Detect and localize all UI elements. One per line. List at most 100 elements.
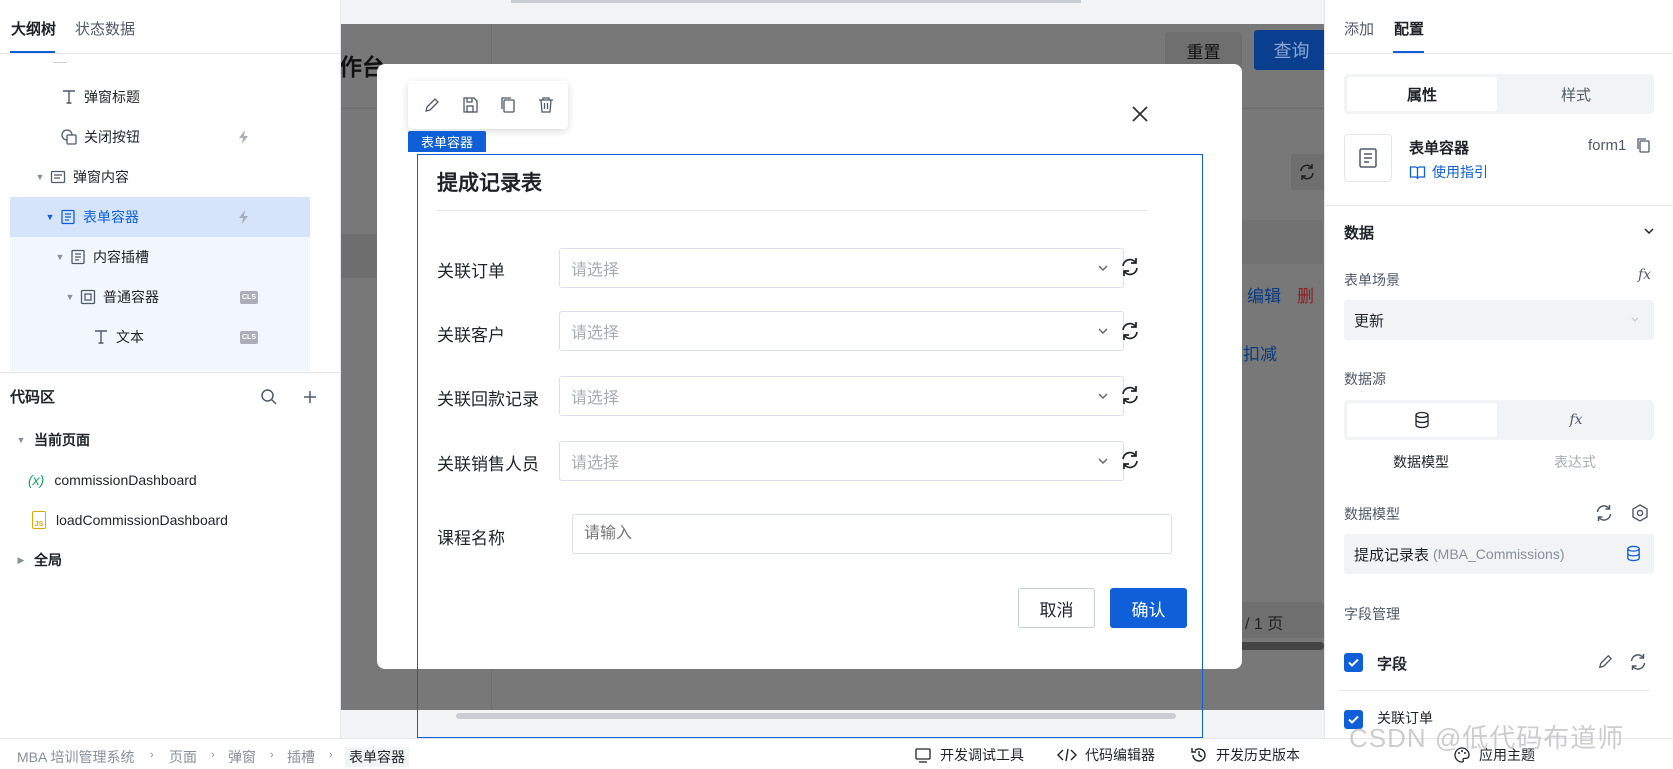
copy-icon[interactable] — [499, 96, 517, 114]
event-bolt-icon[interactable] — [236, 129, 252, 145]
code-group-global[interactable]: ▶ 全局 — [16, 542, 62, 578]
salesperson-select[interactable]: 请选择 — [559, 441, 1124, 481]
search-icon[interactable] — [260, 388, 278, 406]
caret-down-icon[interactable]: ▼ — [55, 252, 65, 262]
book-icon — [1409, 164, 1426, 181]
form-scene-select[interactable]: 更新 — [1344, 300, 1654, 340]
seg-properties[interactable]: 属性 — [1347, 77, 1497, 111]
add-icon[interactable] — [301, 388, 319, 406]
bg-pagination-text: / 1 页 — [1245, 616, 1284, 633]
caret-right-icon[interactable]: ▶ — [16, 555, 26, 565]
tree-item-dialog-content[interactable]: ▼ 弹窗内容 — [10, 157, 310, 197]
caret-down-icon[interactable]: ▼ — [65, 292, 75, 302]
canvas-top-scrollbar[interactable] — [511, 0, 1081, 3]
edit-icon[interactable] — [1597, 653, 1614, 670]
event-bolt-icon[interactable] — [236, 209, 252, 225]
payment-record-select[interactable]: 请选择 — [559, 376, 1124, 416]
customer-select[interactable]: 请选择 — [559, 311, 1124, 351]
caret-down-icon[interactable]: ▼ — [16, 435, 26, 445]
code-item-label: loadCommissionDashboard — [56, 512, 228, 528]
refresh-icon[interactable] — [1120, 385, 1140, 405]
cancel-button[interactable]: 取消 — [1018, 588, 1095, 628]
confirm-button[interactable]: 确认 — [1110, 588, 1187, 628]
datasource-option-model[interactable]: 数据模型 — [1393, 452, 1449, 472]
edit-icon[interactable] — [423, 96, 441, 114]
field-all-checkbox[interactable] — [1344, 653, 1363, 672]
seg-datamodel-icon[interactable] — [1347, 403, 1497, 437]
js-file-icon: JS — [32, 511, 46, 529]
close-icon[interactable] — [1130, 104, 1150, 124]
fx-icon[interactable]: fx — [1638, 267, 1651, 283]
datamodel-code: (MBA_Commissions) — [1433, 546, 1565, 562]
refresh-icon[interactable] — [1120, 321, 1140, 341]
code-group-label: 全局 — [34, 552, 62, 568]
breadcrumb-slot[interactable]: 插槽 — [287, 747, 315, 767]
selected-component-tag[interactable]: 表单容器 — [408, 131, 486, 152]
bg-query-button: 查询 — [1254, 30, 1324, 70]
refresh-icon[interactable] — [1595, 504, 1613, 522]
copy-id-icon[interactable] — [1635, 137, 1652, 154]
tab-state-data[interactable]: 状态数据 — [75, 18, 135, 39]
tab-underline — [10, 51, 55, 53]
datasource-option-expression[interactable]: 表达式 — [1554, 452, 1596, 472]
datamodel-label: 数据模型 — [1344, 506, 1400, 522]
code-area-header: 代码区 — [0, 372, 341, 420]
chevron-right-icon: › — [329, 749, 333, 761]
tree-row-clipped — [10, 357, 310, 371]
seg-expression-icon[interactable]: fx — [1501, 403, 1651, 437]
datasource-segment: fx — [1344, 400, 1654, 440]
dev-history-button[interactable]: 开发历史版本 — [1190, 745, 1300, 765]
breadcrumb-dialog[interactable]: 弹窗 — [228, 747, 256, 767]
dev-debug-tool-button[interactable]: 开发调试工具 — [914, 745, 1024, 765]
refresh-icon[interactable] — [1629, 653, 1647, 671]
course-name-input[interactable] — [572, 514, 1172, 554]
tab-outline-tree[interactable]: 大纲树 — [11, 18, 56, 39]
tree-item-label: 文本 — [116, 329, 144, 345]
field-label-salesperson: 关联销售人员 — [437, 455, 539, 474]
breadcrumb-form-container[interactable]: 表单容器 — [345, 747, 409, 767]
divider — [1325, 205, 1673, 206]
seg-styles[interactable]: 样式 — [1501, 77, 1651, 111]
text-type-icon — [60, 88, 78, 106]
component-toolbar — [408, 81, 568, 129]
container-type-icon — [49, 168, 67, 186]
breadcrumb-app[interactable]: MBA 培训管理系统 — [17, 747, 134, 767]
component-name: 表单容器 — [1409, 140, 1470, 157]
component-icon-box — [1344, 134, 1392, 182]
datamodel-select[interactable]: 提成记录表 (MBA_Commissions) — [1344, 534, 1654, 574]
settings-icon[interactable] — [1631, 504, 1649, 522]
chevron-down-icon — [1630, 314, 1640, 324]
tree-item-close-button[interactable]: 关闭按钮 — [10, 117, 310, 157]
tree-item-label: 关闭按钮 — [84, 129, 140, 145]
code-group-current-page[interactable]: ▼ 当前页面 — [16, 422, 90, 458]
history-icon — [1190, 746, 1216, 764]
database-icon — [1625, 545, 1642, 562]
refresh-icon[interactable] — [1120, 450, 1140, 470]
field-label-payment: 关联回款记录 — [437, 390, 539, 409]
order-select[interactable]: 请选择 — [559, 248, 1124, 288]
form-scene-value: 更新 — [1354, 312, 1385, 330]
field-mgmt-label: 字段管理 — [1344, 606, 1400, 622]
tree-item-dialog-title[interactable]: 弹窗标题 — [10, 77, 310, 117]
refresh-icon[interactable] — [1120, 257, 1140, 277]
dev-debug-tool-label: 开发调试工具 — [940, 747, 1024, 763]
breadcrumb-pages[interactable]: 页面 — [169, 747, 197, 767]
save-icon[interactable] — [461, 96, 479, 114]
left-panel: 大纲树 状态数据 弹窗标题 关闭按钮 ▼ 弹窗内容 ▼ 表单容器 ▼ 内容插槽 … — [0, 0, 341, 738]
tree-item-content-slot[interactable]: ▼ 内容插槽 — [10, 237, 310, 277]
code-editor-button[interactable]: 代码编辑器 — [1057, 745, 1155, 765]
field-label-course: 课程名称 — [437, 529, 505, 548]
code-item-commission-dashboard[interactable]: (x) commissionDashboard — [28, 462, 197, 498]
code-group-label: 当前页面 — [34, 432, 90, 448]
delete-icon[interactable] — [537, 96, 555, 114]
usage-guide-link[interactable]: 使用指引 — [1409, 162, 1488, 182]
chevron-down-icon[interactable] — [1643, 225, 1655, 237]
tree-item-form-container[interactable]: ▼ 表单容器 — [10, 197, 310, 237]
tab-config[interactable]: 配置 — [1394, 18, 1424, 39]
code-item-load-commission-dashboard[interactable]: JS loadCommissionDashboard — [32, 502, 228, 538]
tab-add[interactable]: 添加 — [1344, 18, 1374, 39]
caret-down-icon[interactable]: ▼ — [35, 172, 45, 182]
caret-down-icon[interactable]: ▼ — [45, 212, 55, 222]
tree-item-text[interactable]: 文本 CLS — [10, 317, 310, 357]
tree-item-normal-container[interactable]: ▼ 普通容器 CLS — [10, 277, 310, 317]
